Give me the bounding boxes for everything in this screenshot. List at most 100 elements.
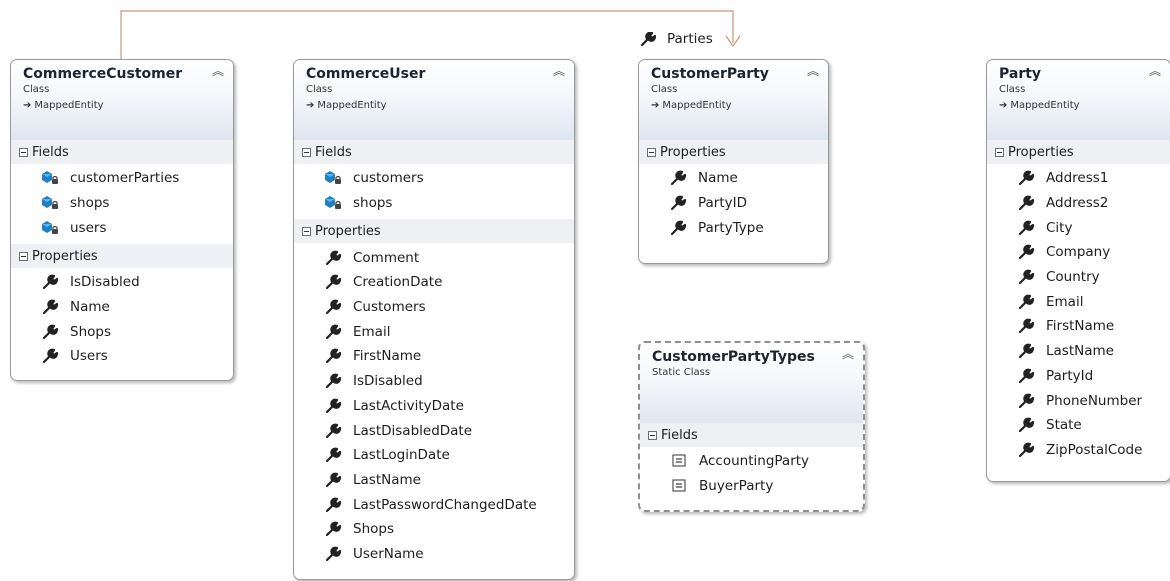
wrench-icon <box>640 32 656 46</box>
member-name: Comment <box>353 249 420 266</box>
collapse-toggle-icon[interactable] <box>995 147 1004 157</box>
member-item[interactable]: Country <box>987 265 1170 290</box>
member-item[interactable]: Address1 <box>987 166 1170 191</box>
class-header[interactable]: CommerceUser Class ➔ MappedEntity ︽ <box>294 60 574 140</box>
member-item[interactable]: Email <box>294 319 574 344</box>
collapse-toggle-icon[interactable] <box>302 147 311 157</box>
wrench-icon <box>1017 294 1035 310</box>
member-item[interactable]: AccountingParty <box>640 449 863 474</box>
member-name: Name <box>70 299 110 316</box>
member-item[interactable]: PhoneNumber <box>987 388 1170 413</box>
section-header-fields[interactable]: Fields <box>294 140 574 164</box>
member-item[interactable]: IsDisabled <box>11 270 233 295</box>
collapse-toggle-icon[interactable] <box>647 147 656 157</box>
member-item[interactable]: City <box>987 215 1170 240</box>
collapse-toggle-icon[interactable] <box>648 430 657 440</box>
class-title: CommerceCustomer <box>23 66 183 82</box>
wrench-icon <box>41 299 59 315</box>
class-box-commerce-customer[interactable]: CommerceCustomer Class ➔ MappedEntity ︽ F… <box>10 59 234 381</box>
class-header[interactable]: CommerceCustomer Class ➔ MappedEntity ︽ <box>11 60 233 140</box>
member-item[interactable]: LastLoginDate <box>294 443 574 468</box>
section-title: Properties <box>32 248 98 264</box>
collapse-chevron-icon[interactable]: ︽ <box>807 65 819 77</box>
member-item[interactable]: shops <box>11 191 233 216</box>
wrench-icon <box>324 497 342 513</box>
relationship-label-text: Parties <box>667 31 713 47</box>
section-header-properties[interactable]: Properties <box>11 244 233 269</box>
member-item[interactable]: PartyType <box>639 215 828 240</box>
collapse-chevron-icon[interactable]: ︽ <box>1149 65 1161 77</box>
member-item[interactable]: Users <box>11 344 233 369</box>
collapse-chevron-icon[interactable]: ︽ <box>842 348 854 360</box>
member-item[interactable]: Comment <box>294 245 574 270</box>
collapse-toggle-icon[interactable] <box>19 147 28 157</box>
member-name: BuyerParty <box>699 478 774 495</box>
class-kind: Class <box>306 84 333 95</box>
wrench-icon <box>1017 244 1035 260</box>
class-box-commerce-user[interactable]: CommerceUser Class ➔ MappedEntity ︽ Field… <box>293 59 575 580</box>
member-item[interactable]: LastActivityDate <box>294 394 574 419</box>
member-item[interactable]: LastDisabledDate <box>294 418 574 443</box>
member-item[interactable]: UserName <box>294 542 574 567</box>
member-item[interactable]: PartyID <box>639 191 828 216</box>
class-box-party[interactable]: Party Class ➔ MappedEntity ︽ Properties A… <box>986 59 1170 482</box>
class-header[interactable]: CustomerParty Class ➔ MappedEntity ︽ <box>639 60 828 140</box>
member-item[interactable]: Shops <box>294 517 574 542</box>
member-name: PartyId <box>1046 367 1094 384</box>
member-item[interactable]: customers <box>294 166 574 191</box>
wrench-icon <box>324 373 342 389</box>
class-header[interactable]: CustomerPartyTypes Static Class ︽ <box>640 343 863 423</box>
member-item[interactable]: users <box>11 215 233 240</box>
collapse-toggle-icon[interactable] <box>302 226 311 236</box>
member-name: PhoneNumber <box>1046 392 1143 409</box>
inherits-arrow-icon: ➔ <box>306 100 315 111</box>
member-item[interactable]: Email <box>987 289 1170 314</box>
member-item[interactable]: PartyId <box>987 364 1170 389</box>
member-item[interactable]: IsDisabled <box>294 369 574 394</box>
collapse-toggle-icon[interactable] <box>19 251 28 261</box>
class-base: ➔ MappedEntity <box>651 100 818 111</box>
member-item[interactable]: Name <box>11 295 233 320</box>
wrench-icon <box>324 324 342 340</box>
member-item[interactable]: BuyerParty <box>640 474 863 499</box>
member-item[interactable]: customerParties <box>11 166 233 191</box>
section-title: Properties <box>660 144 726 160</box>
member-item[interactable]: Shops <box>11 319 233 344</box>
section-header-properties[interactable]: Properties <box>639 140 828 164</box>
member-name: Country <box>1046 269 1100 286</box>
collapse-chevron-icon[interactable]: ︽ <box>553 65 565 77</box>
member-item[interactable]: FirstName <box>294 344 574 369</box>
wrench-icon <box>1017 442 1035 458</box>
member-item[interactable]: LastName <box>987 339 1170 364</box>
wrench-icon <box>1017 220 1035 236</box>
class-box-customer-party[interactable]: CustomerParty Class ➔ MappedEntity ︽ Prop… <box>638 59 829 264</box>
section-title: Properties <box>315 223 381 239</box>
member-name: FirstName <box>1046 318 1115 335</box>
section-title: Fields <box>32 144 69 160</box>
member-item[interactable]: Company <box>987 240 1170 265</box>
member-item[interactable]: Address2 <box>987 191 1170 216</box>
member-item[interactable]: Customers <box>294 295 574 320</box>
class-header[interactable]: Party Class ➔ MappedEntity ︽ <box>987 60 1170 140</box>
member-item[interactable]: CreationDate <box>294 270 574 295</box>
member-item[interactable]: LastPasswordChangedDate <box>294 492 574 517</box>
section-header-fields[interactable]: Fields <box>640 423 863 447</box>
member-item[interactable]: shops <box>294 191 574 216</box>
inherits-arrow-icon: ➔ <box>23 100 32 111</box>
class-kind: Class <box>999 84 1026 95</box>
collapse-chevron-icon[interactable]: ︽ <box>212 65 224 77</box>
member-item[interactable]: ZipPostalCode <box>987 438 1170 463</box>
member-item[interactable]: Name <box>639 166 828 191</box>
section-header-properties[interactable]: Properties <box>294 219 574 244</box>
wrench-icon <box>324 472 342 488</box>
section-header-fields[interactable]: Fields <box>11 140 233 164</box>
member-name: customers <box>353 170 424 187</box>
wrench-icon <box>1017 417 1035 433</box>
member-item[interactable]: FirstName <box>987 314 1170 339</box>
section-header-properties[interactable]: Properties <box>987 140 1170 164</box>
member-item[interactable]: State <box>987 413 1170 438</box>
member-item[interactable]: LastName <box>294 468 574 493</box>
class-box-customer-party-types[interactable]: CustomerPartyTypes Static Class ︽ Fields… <box>638 341 865 512</box>
relationship-label[interactable]: Parties <box>640 31 713 47</box>
section-properties: Properties Comment CreationDate Customer… <box>294 219 574 570</box>
